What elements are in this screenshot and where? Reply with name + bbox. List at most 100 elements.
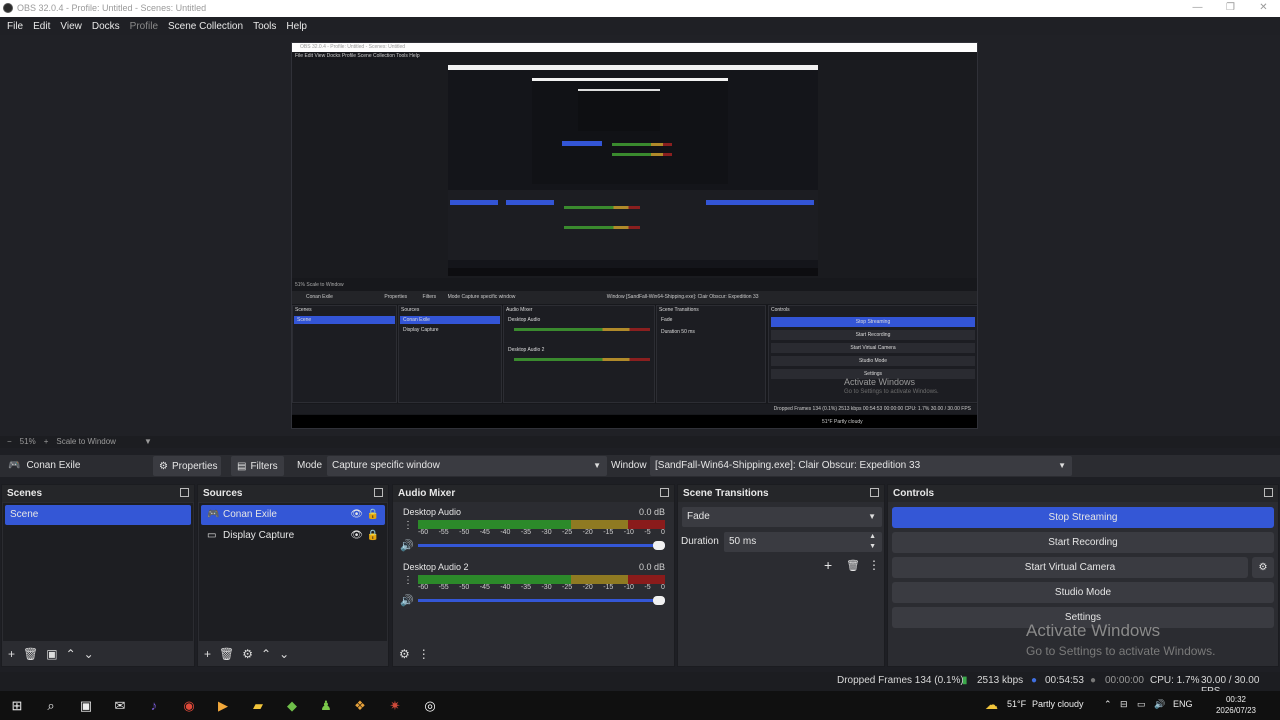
kebab-menu-icon[interactable]: ⋮ (868, 558, 880, 572)
media-icon[interactable]: ▶ (214, 697, 232, 715)
start-virtual-camera-button[interactable]: Start Virtual Camera (892, 557, 1248, 578)
search-icon[interactable]: ⌕ (42, 697, 60, 715)
properties-button[interactable]: ⚙ Properties (153, 456, 221, 476)
add-scene-icon[interactable]: + (8, 647, 15, 661)
obs-icon[interactable]: ◎ (421, 697, 439, 715)
nested-meter (612, 143, 672, 146)
menu-help[interactable]: Help (281, 21, 312, 32)
mode-select[interactable]: Capture specific window ▼ (327, 456, 607, 476)
app-icon[interactable]: ♪ (145, 697, 163, 715)
menu-docks[interactable]: Docks (87, 21, 125, 32)
display-icon[interactable]: ▭ (1137, 699, 1146, 710)
volume-icon[interactable]: 🔊 (1154, 699, 1165, 710)
move-up-icon[interactable]: ⌃ (261, 647, 271, 661)
stream-time: 00:54:53 (1045, 675, 1084, 686)
nested-inner-capture-2 (532, 78, 728, 184)
volume-slider[interactable] (418, 596, 665, 605)
move-down-icon[interactable]: ⌄ (279, 647, 289, 661)
menu-edit[interactable]: Edit (28, 21, 55, 32)
folder-icon[interactable]: ▰ (249, 697, 267, 715)
lock-icon[interactable]: 🔒 (367, 526, 379, 546)
zoom-out-button[interactable]: − (7, 436, 12, 448)
add-transition-icon[interactable]: + (824, 557, 832, 573)
minimize-button[interactable]: — (1181, 0, 1214, 17)
menu-profile[interactable]: Profile (125, 21, 163, 32)
move-up-icon[interactable]: ⌃ (66, 647, 76, 661)
menu-tools[interactable]: Tools (248, 21, 281, 32)
sources-toolbar: + 🗑 ⚙ ⌃ ⌄ (198, 642, 388, 666)
scene-transitions-dock: Scene Transitions Fade ▼ Duration 50 ms … (677, 484, 885, 667)
remove-source-icon[interactable]: 🗑 (219, 647, 234, 661)
kebab-menu-icon[interactable]: ⋮ (418, 647, 430, 661)
advanced-audio-icon[interactable]: ⚙ (399, 647, 410, 661)
add-source-icon[interactable]: + (204, 647, 211, 661)
game-icon[interactable]: ◆ (283, 697, 301, 715)
spin-arrows-icon[interactable]: ▲ ▼ (869, 532, 876, 552)
scenes-dock-title: Scenes (2, 485, 194, 502)
undock-icon[interactable] (660, 488, 669, 497)
zoom-in-button[interactable]: + (44, 436, 49, 448)
chrome-icon[interactable]: ◉ (180, 697, 198, 715)
nested-channel: Desktop Audio (508, 317, 541, 323)
window-select[interactable]: [SandFall-Win64-Shipping.exe]: Clair Obs… (650, 456, 1072, 476)
studio-mode-button[interactable]: Studio Mode (892, 582, 1274, 603)
remove-scene-icon[interactable]: 🗑 (23, 647, 38, 661)
mail-icon[interactable]: ✉ (111, 697, 129, 715)
nested-mode: Mode Capture specific window (447, 294, 516, 300)
close-button[interactable]: ✕ (1247, 0, 1280, 17)
remove-transition-icon[interactable]: 🗑 (846, 559, 860, 572)
store-icon[interactable]: ▣ (77, 697, 95, 715)
stop-streaming-button[interactable]: Stop Streaming (892, 507, 1274, 528)
nested-scenes-dock: Scenes Scene (292, 305, 397, 403)
scale-dropdown-icon[interactable]: ▼ (144, 436, 152, 448)
volume-slider[interactable] (418, 541, 665, 550)
source-item[interactable]: ▭ Display Capture 👁 🔒 (201, 526, 385, 546)
stream-preview[interactable]: OBS 32.0.4 - Profile: Untitled - Scenes:… (291, 42, 978, 429)
speaker-icon[interactable]: 🔊 (400, 594, 414, 607)
broadcast-icon: ● (1031, 675, 1038, 686)
kebab-menu-icon[interactable]: ⋮ (403, 575, 413, 586)
menu-file[interactable]: File (2, 21, 28, 32)
eye-icon[interactable]: 👁 (350, 526, 363, 546)
source-properties-icon[interactable]: ⚙ (242, 647, 253, 661)
scene-item[interactable]: Scene (5, 505, 191, 525)
language-indicator[interactable]: ENG (1173, 699, 1193, 709)
chevron-up-icon[interactable]: ⌃ (1104, 699, 1112, 710)
source-item[interactable]: 🎮 Conan Exile 👁 🔒 (201, 505, 385, 525)
kebab-menu-icon[interactable]: ⋮ (403, 520, 413, 531)
sources-dock-title: Sources (198, 485, 388, 502)
nested-dock-title: Audio Mixer (506, 307, 533, 313)
lock-icon[interactable]: 🔒 (367, 505, 379, 525)
filters-button[interactable]: ▤ Filters (231, 456, 284, 476)
undock-icon[interactable] (1264, 488, 1273, 497)
move-down-icon[interactable]: ⌄ (84, 647, 94, 661)
game-icon[interactable]: ✷ (386, 697, 404, 715)
undock-icon[interactable] (180, 488, 189, 497)
gamepad-icon: 🎮 (8, 460, 21, 471)
transition-select[interactable]: Fade ▼ (682, 507, 882, 527)
channel-name: Desktop Audio (403, 507, 462, 517)
slider-handle[interactable] (653, 596, 665, 605)
menu-view[interactable]: View (55, 21, 87, 32)
start-windows-icon[interactable]: ⊞ (8, 697, 26, 715)
nested-selected-row (562, 141, 602, 146)
weather-icon: ☁ (985, 697, 998, 712)
network-icon[interactable]: ⊟ (1120, 699, 1128, 710)
zoom-level: 51% (19, 437, 36, 446)
clock[interactable]: 00:32 2026/07/23 (1216, 694, 1256, 716)
virtual-camera-settings-button[interactable]: ⚙ (1252, 557, 1274, 578)
maximize-button[interactable]: ❐ (1214, 0, 1247, 17)
menu-scene-collection[interactable]: Scene Collection (163, 21, 248, 32)
eye-icon[interactable]: 👁 (350, 505, 363, 525)
start-recording-button[interactable]: Start Recording (892, 532, 1274, 553)
scene-filters-icon[interactable]: ▣ (46, 647, 57, 661)
scale-to-window-label: Scale to Window (56, 437, 116, 446)
undock-icon[interactable] (870, 488, 879, 497)
duration-spinbox[interactable]: 50 ms ▲ ▼ (724, 532, 882, 552)
undock-icon[interactable] (374, 488, 383, 497)
slider-handle[interactable] (653, 541, 665, 550)
meter-ticks: -60 -55 -50 -45 -40 -35 -30 -25 -20 -15 -10 -5 0 (418, 584, 665, 591)
game-icon[interactable]: ♟ (317, 697, 335, 715)
game-icon[interactable]: ❖ (351, 697, 369, 715)
speaker-icon[interactable]: 🔊 (400, 539, 414, 552)
